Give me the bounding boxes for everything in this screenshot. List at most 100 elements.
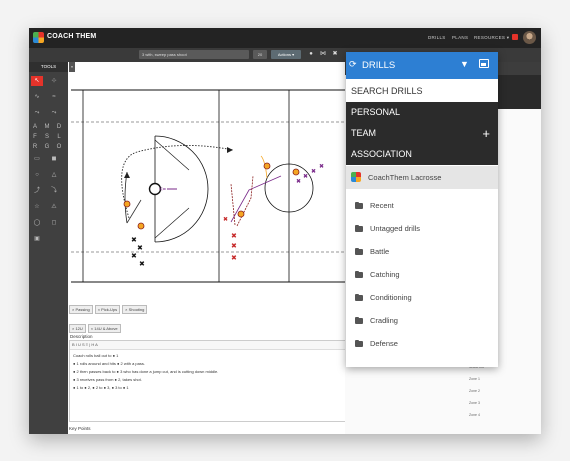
tool-r[interactable]: R [29, 142, 41, 152]
svg-text:✖: ✖ [311, 168, 316, 175]
section-association[interactable]: ASSOCIATION [346, 144, 498, 165]
close-icon[interactable]: ✖ [331, 50, 339, 59]
arrow-tool-2[interactable]: ⤳ [48, 108, 60, 118]
notifications-icon[interactable] [512, 34, 518, 40]
tag-14u[interactable]: × 14U & Above [87, 324, 121, 333]
tool-g[interactable]: G [41, 142, 53, 152]
tool-s[interactable]: S [41, 132, 53, 142]
circle-tool[interactable]: ○ [31, 170, 43, 180]
tag-row-2: × 12U × 14U & Above [69, 317, 123, 335]
svg-text:✖: ✖ [139, 260, 145, 268]
oval-tool[interactable]: ◯ [31, 218, 43, 228]
folder-defense[interactable]: Defense [355, 338, 495, 350]
brand-name[interactable]: COACH THEM [47, 33, 96, 40]
actions-button[interactable]: Actions ▾ [271, 50, 301, 59]
path-tool[interactable]: ⤴ [31, 186, 43, 196]
folder-recent[interactable]: Recent [355, 200, 495, 212]
tag-row-1: × Passing × Pick-Ups × Shooting [69, 298, 149, 316]
drill-name-input[interactable]: 3 with, sweep pass shoot [139, 50, 249, 59]
add-team-icon[interactable]: + [482, 123, 490, 144]
folder-label: Conditioning [370, 293, 412, 302]
warning-tool[interactable]: ⚠ [48, 202, 60, 212]
tool-d[interactable]: D [53, 122, 65, 132]
svg-text:✖: ✖ [303, 173, 308, 180]
arrow-tool[interactable]: ⤳ [31, 108, 43, 118]
filter-icon[interactable]: ▼ [460, 59, 469, 69]
section-personal[interactable]: PERSONAL [346, 102, 498, 123]
description-editor[interactable]: B I U S ≡ | H A Coach rolls ball out to … [69, 340, 361, 422]
nav-resources[interactable]: RESOURCES ▾ [474, 35, 509, 41]
folder-label: Battle [370, 247, 390, 256]
tools-header: TOOLS [29, 62, 68, 72]
tool-l[interactable]: L [53, 132, 65, 142]
star-tool[interactable]: ☆ [31, 202, 43, 212]
folder-conditioning[interactable]: Conditioning [355, 292, 495, 304]
search-drills[interactable]: SEARCH DRILLS [351, 86, 423, 96]
share-icon[interactable]: ⋈ [319, 50, 327, 59]
folder-icon [355, 339, 363, 347]
svg-text:✖: ✖ [131, 252, 137, 260]
nav-drills[interactable]: DRILLS [428, 35, 446, 40]
description-line: ● 1 to ● 2, ● 2 to ● 3, ● 3 to ● 1 [73, 385, 129, 390]
nav-plans[interactable]: PLANS [452, 35, 468, 40]
tool-o[interactable]: O [53, 142, 65, 152]
folder-battle[interactable]: Battle [355, 246, 495, 258]
right-list-item[interactable]: Zone 2 [469, 389, 480, 393]
description-line: Coach rolls ball out to ● 1 [73, 353, 119, 358]
folder-icon [355, 247, 363, 255]
editor-toolbar[interactable]: B I U S ≡ | H A [70, 341, 360, 350]
svg-text:✖: ✖ [231, 254, 237, 262]
size-select[interactable]: 20 [253, 50, 267, 59]
tag-passing[interactable]: × Passing [69, 305, 93, 314]
right-list-item[interactable]: Zone 4 [469, 413, 480, 417]
folder-label: Defense [370, 339, 398, 348]
folder-label: Catching [370, 270, 400, 279]
pointer-tool[interactable]: ⊹ [48, 76, 60, 86]
tool-a[interactable]: A [29, 122, 41, 132]
box-tool[interactable]: ▣ [31, 234, 43, 244]
collapse-tools-button[interactable]: « [69, 62, 75, 72]
section-team[interactable]: TEAM + [346, 123, 498, 144]
svg-text:✖: ✖ [137, 244, 143, 252]
record-icon[interactable]: ● [307, 50, 315, 59]
folder-icon [355, 224, 363, 232]
right-list-item[interactable]: Zone 3 [469, 401, 480, 405]
folder-catching[interactable]: Catching [355, 269, 495, 281]
right-sidebar-dark-block [495, 75, 541, 109]
sync-icon[interactable]: ⟳ [349, 59, 357, 70]
rect-tool[interactable]: ▭ [31, 154, 43, 164]
tool-m[interactable]: M [41, 122, 53, 132]
triangle-tool[interactable]: △ [48, 170, 60, 180]
user-avatar[interactable] [523, 31, 536, 44]
key-points-label: Key Points [69, 426, 91, 431]
section-team-label: TEAM [351, 128, 377, 138]
coachthem-logo-icon[interactable] [33, 32, 44, 43]
folder-icon [355, 293, 363, 301]
image-icon[interactable] [479, 59, 489, 68]
field-diagram[interactable]: <= ✖ ✖ ✖ ✖ ✖ ✖ ✖ ✖ ✖ ✖ ✖ ✖ [71, 80, 346, 290]
fill-tool[interactable]: ◼ [48, 154, 60, 164]
svg-text:✖: ✖ [131, 236, 137, 244]
tag-pickups[interactable]: × Pick-Ups [94, 305, 121, 314]
select-tool[interactable]: ↖ [31, 76, 43, 86]
svg-text:✖: ✖ [231, 232, 237, 240]
tag-shooting[interactable]: × Shooting [122, 305, 148, 314]
right-list-item[interactable]: Zone 1 [469, 377, 480, 381]
curve-tool[interactable]: ∿ [31, 92, 43, 102]
path-tool-2[interactable]: ⤵ [48, 186, 60, 196]
folder-cradling[interactable]: Cradling [355, 315, 495, 327]
square-tool[interactable]: ◻ [48, 218, 60, 228]
association-name: CoachThem Lacrosse [368, 173, 442, 182]
coachthem-logo-icon [351, 172, 361, 182]
tag-12u[interactable]: × 12U [69, 324, 86, 333]
folder-untagged[interactable]: Untagged drills [355, 223, 495, 235]
association-item[interactable]: CoachThem Lacrosse [346, 166, 498, 189]
svg-text:✖: ✖ [319, 163, 324, 170]
folder-icon [355, 270, 363, 278]
wave-tool[interactable]: ≈ [48, 92, 60, 102]
tool-f[interactable]: F [29, 132, 41, 142]
description-line: ● 2 then passes back to ● 3 who has done… [73, 369, 219, 374]
folder-icon [355, 316, 363, 324]
drills-header: ⟳ DRILLS ▼ [346, 52, 498, 79]
description-label: Description [70, 334, 93, 339]
